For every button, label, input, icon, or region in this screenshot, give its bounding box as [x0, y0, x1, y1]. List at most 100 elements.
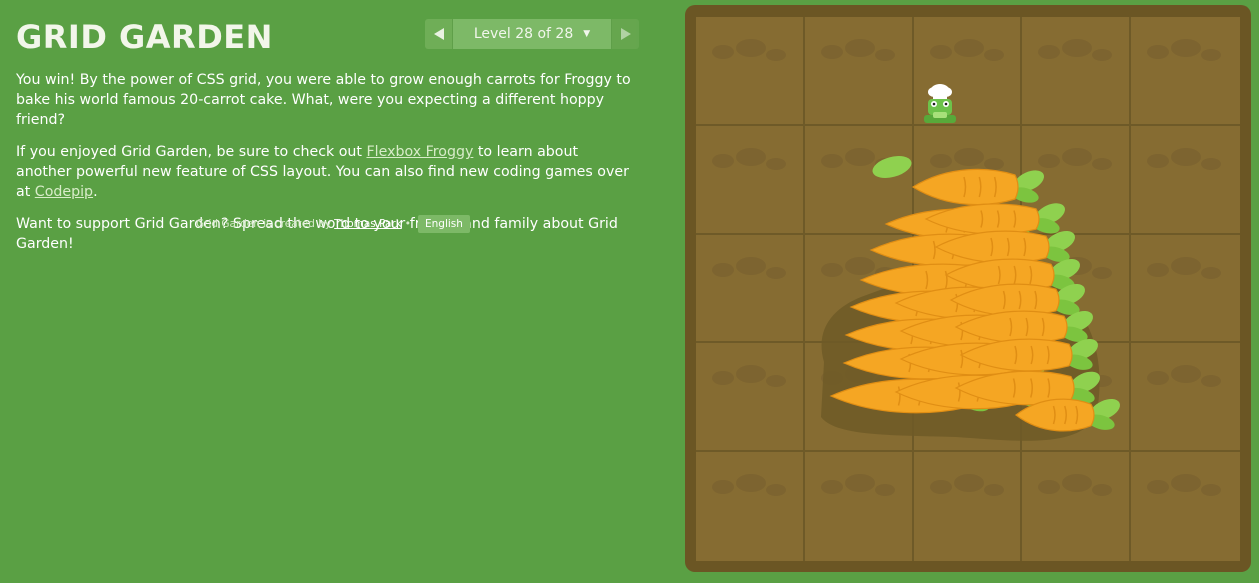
- soil-cell: [914, 452, 1023, 561]
- soil-stone: [820, 153, 843, 168]
- soil-cell: [913, 343, 1023, 453]
- codepip-link[interactable]: Codepip: [35, 184, 93, 200]
- credits-prefix: Grid Garden is created by: [196, 218, 332, 230]
- soil-stone: [1171, 147, 1202, 166]
- soil-cell: [913, 125, 1023, 235]
- credits-separator: •: [404, 218, 411, 230]
- soil-stone: [1092, 266, 1113, 279]
- soil-stone: [1038, 262, 1061, 277]
- soil-stone: [983, 157, 1004, 170]
- garden-board-frame: [685, 5, 1251, 572]
- soil-stone: [766, 157, 786, 170]
- soil-stone: [712, 45, 734, 59]
- soil-stone: [953, 365, 984, 384]
- soil-stone: [1092, 157, 1113, 170]
- soil-stone: [874, 49, 895, 61]
- promo-text-after: .: [93, 184, 98, 200]
- soil-stone: [736, 365, 766, 384]
- soil-stone: [844, 256, 875, 275]
- soil-stone: [1171, 256, 1202, 275]
- soil-stone: [929, 480, 952, 495]
- soil-stone: [1062, 39, 1093, 57]
- soil-stone: [736, 147, 766, 166]
- soil-cell: [804, 234, 914, 344]
- soil-cell: [1022, 17, 1132, 126]
- soil-stone: [736, 256, 766, 275]
- soil-cell: [696, 234, 805, 344]
- soil-stone: [1092, 484, 1113, 497]
- soil-stone: [844, 39, 875, 57]
- soil-cell: [1022, 452, 1132, 561]
- soil-stone: [844, 365, 875, 384]
- soil-cell: [1022, 343, 1132, 453]
- soil-stone: [1147, 480, 1170, 495]
- sidebar: GRID GARDEN Level 28 of 28 ▼ You win! By…: [0, 0, 660, 583]
- soil-stone: [929, 45, 952, 59]
- soil-stone: [1147, 45, 1170, 59]
- soil-stone: [1038, 371, 1061, 386]
- soil-stone: [1147, 153, 1170, 168]
- soil-stone: [820, 480, 843, 495]
- soil-stone: [953, 147, 984, 166]
- level-navigation: Level 28 of 28 ▼: [425, 19, 639, 49]
- soil-stone: [766, 49, 786, 61]
- previous-level-button[interactable]: [425, 19, 452, 49]
- soil-cell: [804, 125, 914, 235]
- soil-stone: [712, 153, 734, 168]
- soil-stone: [1038, 480, 1061, 495]
- soil-stone: [983, 49, 1004, 61]
- soil-stone: [983, 375, 1004, 388]
- garden-grid: [696, 17, 1240, 561]
- win-message: You win! By the power of CSS grid, you w…: [16, 72, 631, 128]
- language-button[interactable]: English: [418, 215, 470, 233]
- soil-stone: [820, 262, 843, 277]
- right-triangle-icon: [620, 28, 631, 40]
- soil-cell: [913, 17, 1023, 126]
- promo-text-before: If you enjoyed Grid Garden, be sure to c…: [16, 144, 367, 160]
- soil-stone: [766, 266, 786, 279]
- soil-stone: [929, 262, 952, 277]
- author-link[interactable]: Thomas Park: [334, 218, 402, 230]
- level-dropdown[interactable]: Level 28 of 28 ▼: [452, 19, 612, 49]
- soil-stone: [1062, 365, 1093, 384]
- soil-stone: [983, 266, 1004, 279]
- soil-stone: [874, 157, 895, 170]
- soil-stone: [736, 474, 766, 493]
- app-title: GRID GARDEN: [16, 18, 273, 56]
- soil-cell: [696, 17, 805, 126]
- soil-cell: [696, 343, 805, 453]
- soil-stone: [1062, 147, 1093, 166]
- soil-stone: [874, 266, 895, 279]
- soil-stone: [1201, 49, 1222, 61]
- soil-cell: [1131, 343, 1240, 453]
- caret-down-icon: ▼: [583, 29, 591, 39]
- soil-stone: [929, 371, 952, 386]
- soil-stone: [844, 474, 875, 493]
- soil-cell: [1131, 17, 1240, 126]
- soil-stone: [766, 375, 786, 388]
- soil-stone: [983, 484, 1004, 497]
- soil-stone: [1147, 371, 1170, 386]
- soil-cell: [1022, 125, 1132, 235]
- soil-cell: [1131, 235, 1240, 344]
- instructions: You win! By the power of CSS grid, you w…: [16, 70, 636, 266]
- soil-cell: [1131, 126, 1240, 235]
- soil-stone: [844, 147, 875, 166]
- soil-stone: [712, 371, 734, 386]
- soil-stone: [766, 484, 786, 497]
- soil-cell: [1131, 452, 1240, 561]
- soil-stone: [1201, 484, 1222, 497]
- soil-stone: [1171, 39, 1202, 57]
- soil-stone: [712, 480, 734, 495]
- credits: Grid Garden is created by Thomas Park • …: [196, 214, 470, 234]
- flexbox-froggy-link[interactable]: Flexbox Froggy: [366, 144, 473, 160]
- next-level-button[interactable]: [612, 19, 639, 49]
- soil-cell: [696, 125, 805, 235]
- level-label: Level 28 of 28: [473, 26, 574, 42]
- soil-stone: [1201, 157, 1222, 170]
- soil-cell: [1022, 234, 1132, 344]
- left-triangle-icon: [433, 28, 444, 40]
- soil-stone: [1062, 256, 1093, 275]
- soil-stone: [1092, 375, 1113, 388]
- soil-stone: [874, 484, 895, 497]
